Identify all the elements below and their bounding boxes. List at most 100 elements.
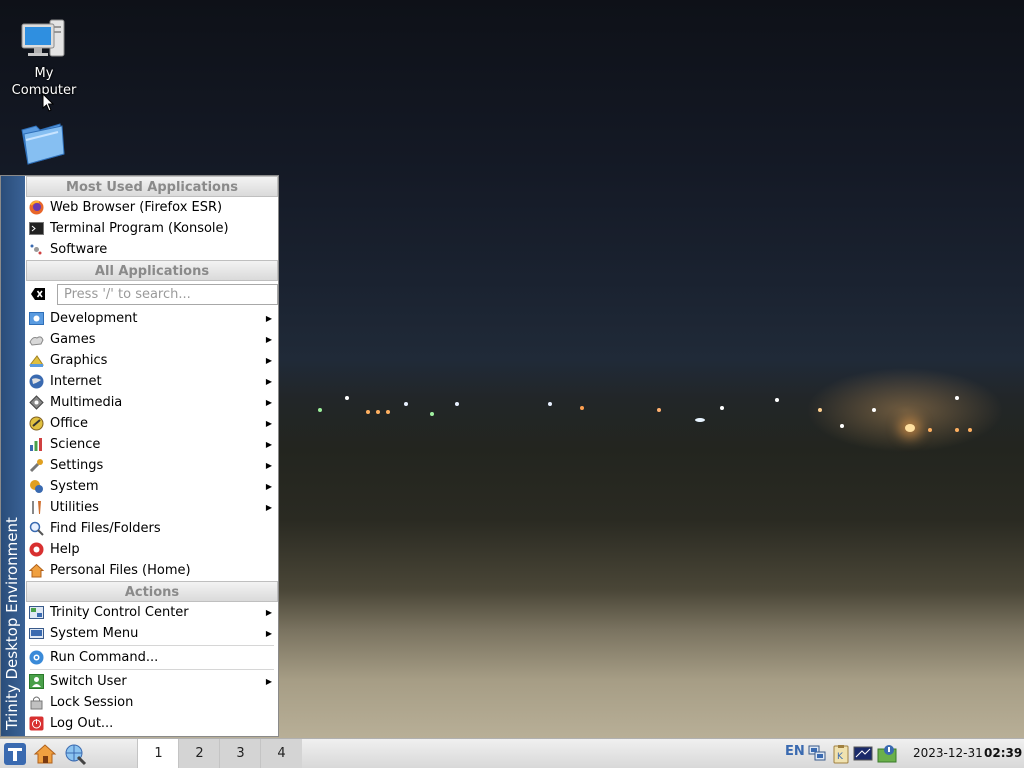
- computer-icon: [20, 18, 68, 62]
- menu-item-switch-user[interactable]: Switch User ▶: [26, 671, 278, 692]
- submenu-arrow-icon: ▶: [265, 503, 272, 512]
- menu-item-system-menu[interactable]: System Menu ▶: [26, 623, 278, 644]
- menu-item-label: Science: [50, 437, 101, 452]
- menu-item-label: Switch User: [50, 674, 127, 689]
- submenu-arrow-icon: ▶: [265, 629, 272, 638]
- submenu-arrow-icon: ▶: [265, 419, 272, 428]
- section-header-most-used: Most Used Applications: [26, 176, 278, 197]
- keyboard-layout-indicator[interactable]: EN: [785, 744, 805, 759]
- menu-item-multimedia[interactable]: Multimedia ▶: [26, 392, 278, 413]
- menu-item-system[interactable]: System ▶: [26, 476, 278, 497]
- menu-item-label: Trinity Control Center: [50, 605, 189, 620]
- menu-item-label: Software: [50, 242, 108, 257]
- logout-icon: [29, 716, 44, 731]
- menu-item-science[interactable]: Science ▶: [26, 434, 278, 455]
- control-center-icon: [29, 605, 44, 620]
- menu-side-title: Trinity Desktop Environment: [3, 517, 21, 730]
- tde-menu-icon[interactable]: [3, 742, 27, 766]
- menu-item-terminal-program-konsole[interactable]: Terminal Program (Konsole): [26, 218, 278, 239]
- menu-item-label: Run Command...: [50, 650, 159, 665]
- multimedia-icon: [29, 395, 44, 410]
- menu-item-development[interactable]: Development ▶: [26, 308, 278, 329]
- menu-item-trinity-control-center[interactable]: Trinity Control Center ▶: [26, 602, 278, 623]
- desktop-pager-2[interactable]: 2: [178, 739, 220, 768]
- software-icon: [29, 242, 44, 257]
- menu-item-label: System: [50, 479, 99, 494]
- menu-item-personal-files-home[interactable]: Personal Files (Home): [26, 560, 278, 581]
- games-icon: [29, 332, 44, 347]
- menu-separator: [30, 669, 274, 670]
- menu-item-graphics[interactable]: Graphics ▶: [26, 350, 278, 371]
- home-icon: [28, 563, 45, 578]
- menu-item-utilities[interactable]: Utilities ▶: [26, 497, 278, 518]
- submenu-arrow-icon: ▶: [265, 440, 272, 449]
- menu-item-label: Games: [50, 332, 96, 347]
- submenu-arrow-icon: ▶: [265, 356, 272, 365]
- switch-user-icon: [29, 674, 44, 689]
- search-row: [26, 281, 278, 308]
- menu-item-find-files-folders[interactable]: Find Files/Folders: [26, 518, 278, 539]
- menu-item-label: Lock Session: [50, 695, 134, 710]
- desktop-pager-3[interactable]: 3: [219, 739, 261, 768]
- menu-separator: [30, 645, 274, 646]
- menu-item-label: System Menu: [50, 626, 139, 641]
- development-icon: [29, 311, 44, 326]
- science-icon: [29, 437, 44, 452]
- system-menu-icon: [29, 626, 44, 641]
- search-input[interactable]: [57, 284, 278, 305]
- update-notifier-icon[interactable]: [877, 744, 897, 764]
- menu-item-label: Office: [50, 416, 88, 431]
- office-icon: [29, 416, 44, 431]
- taskbar: 1234 EN K 2023-12-31 02:39: [0, 738, 1024, 768]
- menu-item-settings[interactable]: Settings ▶: [26, 455, 278, 476]
- help-icon: [29, 542, 44, 557]
- menu-item-label: Multimedia: [50, 395, 123, 410]
- lock-icon: [29, 695, 44, 710]
- start-menu: Trinity Desktop Environment Most Used Ap…: [0, 175, 279, 737]
- desktop-pager-1[interactable]: 1: [137, 739, 179, 768]
- menu-item-run-command[interactable]: Run Command...: [26, 647, 278, 668]
- desktop-pager-4[interactable]: 4: [260, 739, 302, 768]
- system-icon: [29, 479, 44, 494]
- firefox-icon: [29, 200, 44, 215]
- display-icon[interactable]: [853, 744, 873, 764]
- terminal-icon: [29, 221, 44, 236]
- menu-item-lock-session[interactable]: Lock Session: [26, 692, 278, 713]
- network-browser-icon[interactable]: [63, 742, 87, 766]
- network-icon[interactable]: [807, 744, 827, 764]
- graphics-icon: [28, 353, 44, 368]
- menu-item-label: Graphics: [50, 353, 108, 368]
- submenu-arrow-icon: ▶: [265, 482, 272, 491]
- home-folder-icon[interactable]: [33, 742, 57, 766]
- menu-item-software[interactable]: Software: [26, 239, 278, 260]
- internet-icon: [29, 374, 44, 389]
- menu-item-label: Settings: [50, 458, 104, 473]
- section-header-actions: Actions: [26, 581, 278, 602]
- submenu-arrow-icon: ▶: [265, 677, 272, 686]
- menu-item-internet[interactable]: Internet ▶: [26, 371, 278, 392]
- menu-item-label: Development: [50, 311, 138, 326]
- clock-time[interactable]: 02:39: [984, 739, 1022, 768]
- menu-item-log-out[interactable]: Log Out...: [26, 713, 278, 734]
- mouse-cursor-icon: [42, 93, 54, 112]
- menu-side-banner: Trinity Desktop Environment: [1, 176, 25, 736]
- clock-date[interactable]: 2023-12-31: [913, 739, 983, 768]
- submenu-arrow-icon: ▶: [265, 398, 272, 407]
- section-header-all-apps: All Applications: [26, 260, 278, 281]
- menu-item-games[interactable]: Games ▶: [26, 329, 278, 350]
- menu-item-office[interactable]: Office ▶: [26, 413, 278, 434]
- settings-icon: [29, 458, 44, 473]
- menu-item-label: Log Out...: [50, 716, 114, 731]
- desktop-icon-folder[interactable]: [14, 118, 70, 171]
- menu-item-label: Personal Files (Home): [50, 563, 191, 578]
- menu-item-label: Find Files/Folders: [50, 521, 161, 536]
- menu-item-label: Terminal Program (Konsole): [50, 221, 229, 236]
- submenu-arrow-icon: ▶: [265, 608, 272, 617]
- menu-item-label: Internet: [50, 374, 102, 389]
- klipper-icon[interactable]: K: [831, 744, 851, 764]
- menu-item-help[interactable]: Help: [26, 539, 278, 560]
- desktop-icon-my-computer[interactable]: My Computer: [4, 18, 84, 99]
- menu-item-web-browser-firefox-esr[interactable]: Web Browser (Firefox ESR): [26, 197, 278, 218]
- submenu-arrow-icon: ▶: [265, 314, 272, 323]
- clear-search-icon[interactable]: [30, 287, 46, 301]
